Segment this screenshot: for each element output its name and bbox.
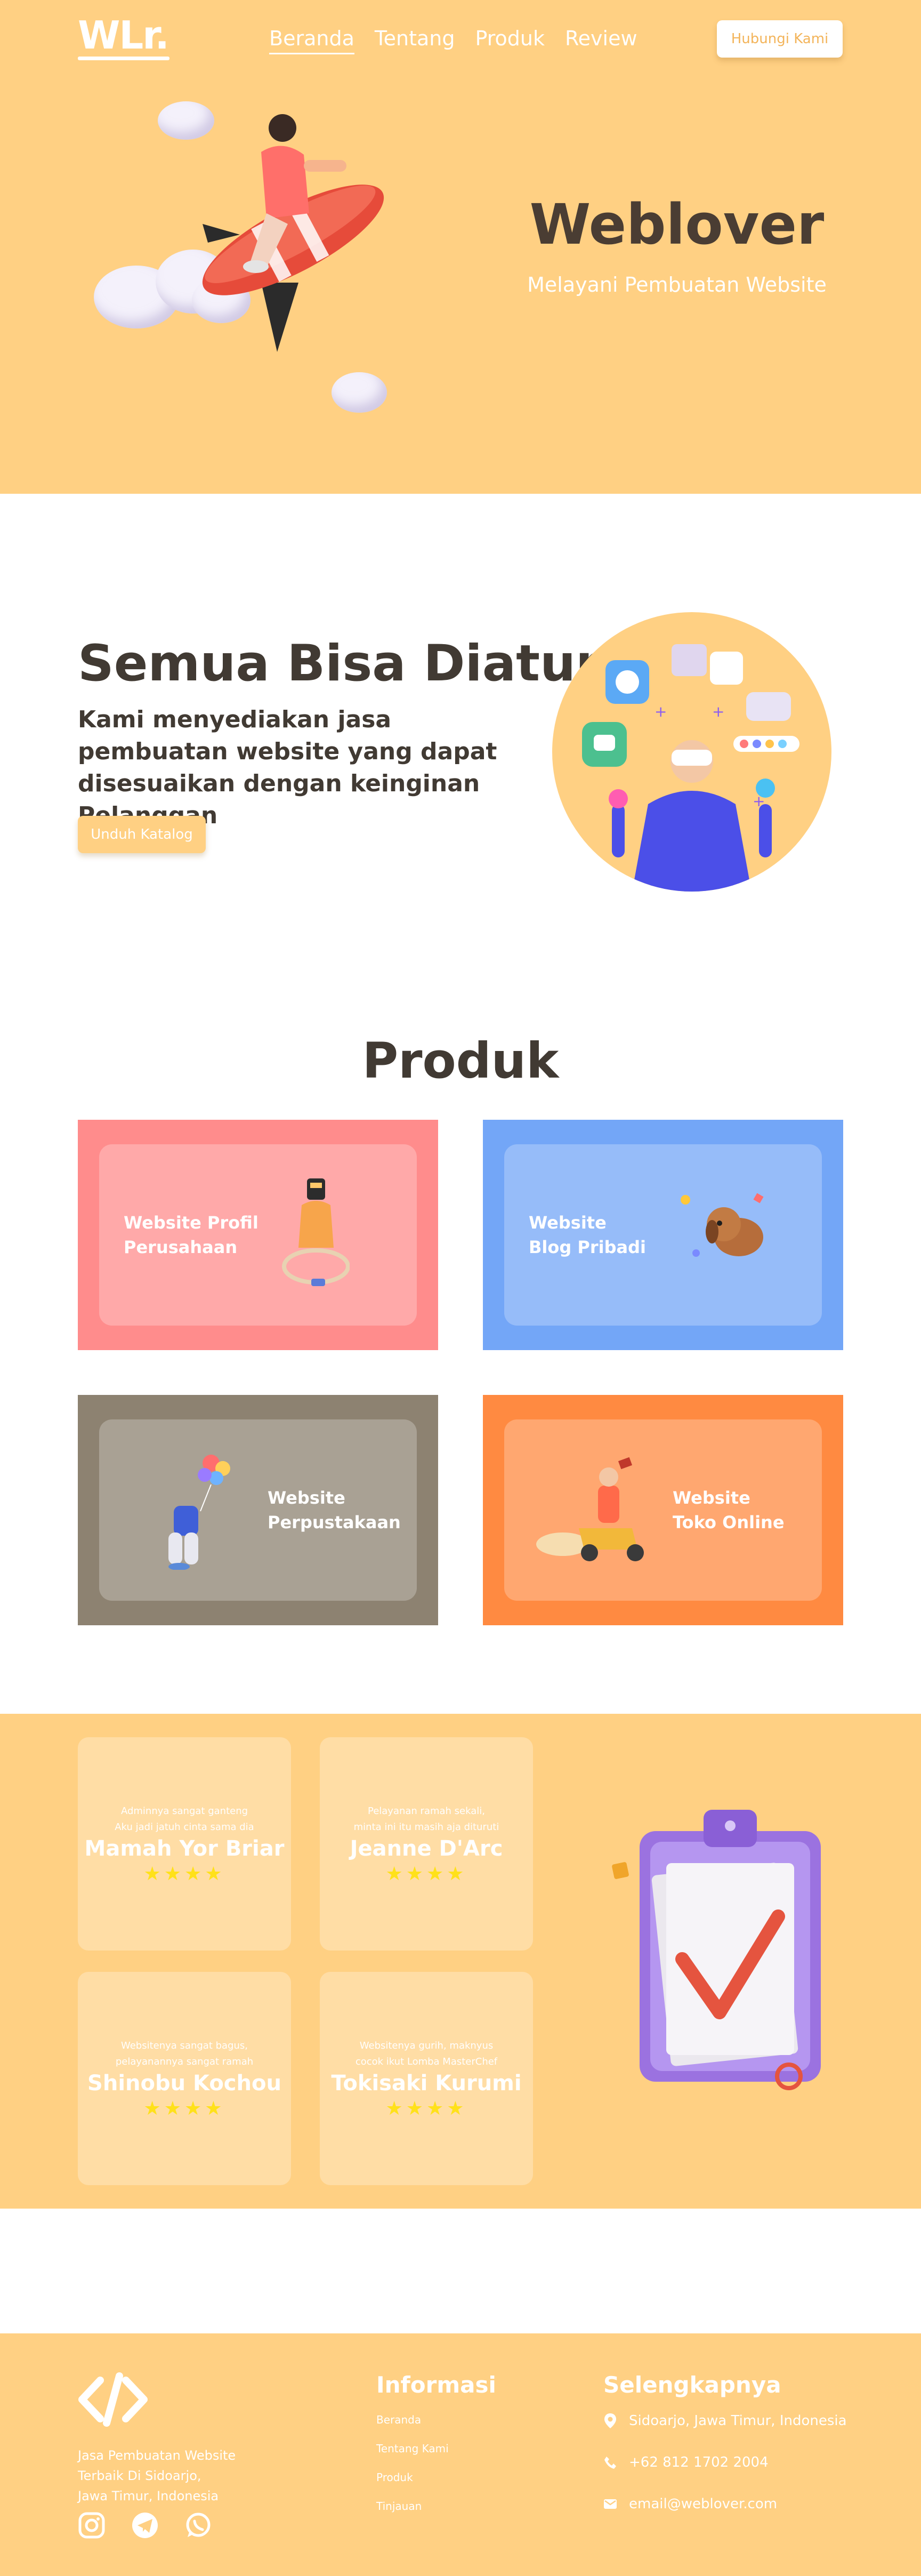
nav-link-tentang[interactable]: Tentang — [375, 27, 455, 50]
product-card-label: Website Perpustakaan — [268, 1488, 401, 1532]
svg-text:+: + — [712, 703, 724, 720]
nav-link-review[interactable]: Review — [565, 27, 637, 50]
footer-link-tentang[interactable]: Tentang Kami — [376, 2442, 449, 2455]
location-pin-icon — [604, 2413, 616, 2428]
instagram-icon[interactable] — [78, 2511, 106, 2539]
nav-link-beranda[interactable]: Beranda — [269, 27, 354, 54]
product-card-company-profile[interactable]: Website Profil Perusahaan — [78, 1120, 438, 1350]
review-card: Pelayanan ramah sekali, minta ini itu ma… — [320, 1737, 533, 1951]
footer-link-produk[interactable]: Produk — [376, 2471, 413, 2484]
footer-tagline: Jasa Pembuatan Website Terbaik Di Sidoar… — [78, 2448, 236, 2503]
contact-button[interactable]: Hubungi Kami — [717, 20, 843, 58]
product-card-label: Website Blog Pribadi — [529, 1213, 646, 1257]
footer-phone[interactable]: +62 812 1702 2004 — [603, 2454, 769, 2471]
telegram-icon[interactable] — [131, 2511, 159, 2539]
review-comment: Pelayanan ramah sekali, minta ini itu ma… — [353, 1805, 499, 1833]
star-rating-icon: ★★★★ — [143, 2098, 225, 2120]
logo-underline — [78, 57, 169, 60]
phone-icon — [604, 2457, 616, 2469]
review-card: Websitenya sangat bagus, pelayanannya sa… — [78, 1972, 291, 2185]
products-section: Produk Website Profil Perusahaan Website… — [0, 974, 921, 1714]
review-card: Adminnya sangat ganteng Aku jadi jatuh c… — [78, 1737, 291, 1951]
footer-info-title: Informasi — [376, 2372, 496, 2398]
blank-space — [0, 2209, 921, 2333]
svg-text:+: + — [753, 792, 765, 810]
product-card-online-store[interactable]: Website Toko Online — [483, 1395, 843, 1625]
rocket-rider-illustration — [202, 114, 384, 352]
review-comment: Adminnya sangat ganteng Aku jadi jatuh c… — [115, 1805, 254, 1833]
star-rating-icon: ★★★★ — [385, 2098, 467, 2120]
phone-text: +62 812 1702 2004 — [629, 2454, 769, 2470]
nav-links: Beranda Tentang Produk Review — [269, 27, 637, 54]
navbar: WLr. Beranda Tentang Produk Review Hubun… — [0, 0, 921, 80]
address-text: Sidoarjo, Jawa Timur, Indonesia — [629, 2413, 847, 2429]
reviews-section: Adminnya sangat ganteng Aku jadi jatuh c… — [0, 1714, 921, 2209]
hero-section: WLr. Beranda Tentang Produk Review Hubun… — [0, 0, 921, 494]
meditation-illustration — [282, 1178, 350, 1286]
email-text: email@weblover.com — [629, 2496, 778, 2512]
footer-more-title: Selengkapnya — [603, 2372, 781, 2398]
svg-text:+: + — [655, 703, 667, 720]
puppy-illustration — [681, 1193, 764, 1257]
reviewer-name: Jeanne D'Arc — [350, 1836, 503, 1861]
scooter-illustration — [536, 1457, 644, 1561]
developer-illustration: + + + — [552, 612, 831, 892]
about-description: Kami menyediakan jasa pembuatan website … — [78, 706, 497, 829]
whatsapp-icon[interactable] — [184, 2511, 212, 2539]
footer: Jasa Pembuatan Website Terbaik Di Sidoar… — [0, 2333, 921, 2576]
reviewer-name: Mamah Yor Briar — [84, 1836, 285, 1861]
code-logo-icon — [78, 2372, 148, 2427]
brand-logo[interactable]: WLr. — [78, 13, 169, 58]
developer-figure: + + + — [582, 644, 799, 892]
star-rating-icon: ★★★★ — [385, 1863, 467, 1885]
download-catalog-button[interactable]: Unduh Katalog — [78, 816, 206, 853]
product-card-library[interactable]: Website Perpustakaan — [78, 1395, 438, 1625]
nav-link-produk[interactable]: Produk — [475, 27, 545, 50]
star-rating-icon: ★★★★ — [143, 1863, 225, 1885]
products-title: Produk — [362, 1032, 559, 1089]
clipboard-illustration — [612, 1810, 821, 2090]
review-comment: Websitenya gurih, maknyus cocok ikut Lom… — [355, 2040, 498, 2067]
balloon-illustration — [168, 1455, 230, 1570]
product-card-label: Website Profil Perusahaan — [124, 1213, 258, 1257]
reviewer-name: Tokisaki Kurumi — [331, 2071, 522, 2096]
review-comment: Websitenya sangat bagus, pelayanannya sa… — [115, 2040, 254, 2067]
footer-link-tinjauan[interactable]: Tinjauan — [376, 2500, 422, 2513]
about-section: Semua Bisa Diatur Kami menyediakan jasa … — [0, 494, 921, 974]
product-card-personal-blog[interactable]: Website Blog Pribadi — [483, 1120, 843, 1350]
about-title: Semua Bisa Diatur — [78, 635, 601, 693]
footer-email[interactable]: email@weblover.com — [603, 2495, 777, 2513]
product-card-label: Website Toko Online — [673, 1488, 785, 1532]
hero-subtitle: Melayani Pembuatan Website — [527, 273, 827, 296]
footer-link-beranda[interactable]: Beranda — [376, 2413, 421, 2426]
reviewer-name: Shinobu Kochou — [87, 2071, 281, 2096]
footer-address: Sidoarjo, Jawa Timur, Indonesia — [603, 2412, 847, 2429]
mail-icon — [604, 2499, 617, 2509]
review-card: Websitenya gurih, maknyus cocok ikut Lom… — [320, 1972, 533, 2185]
hero-title: Weblover — [529, 192, 825, 257]
